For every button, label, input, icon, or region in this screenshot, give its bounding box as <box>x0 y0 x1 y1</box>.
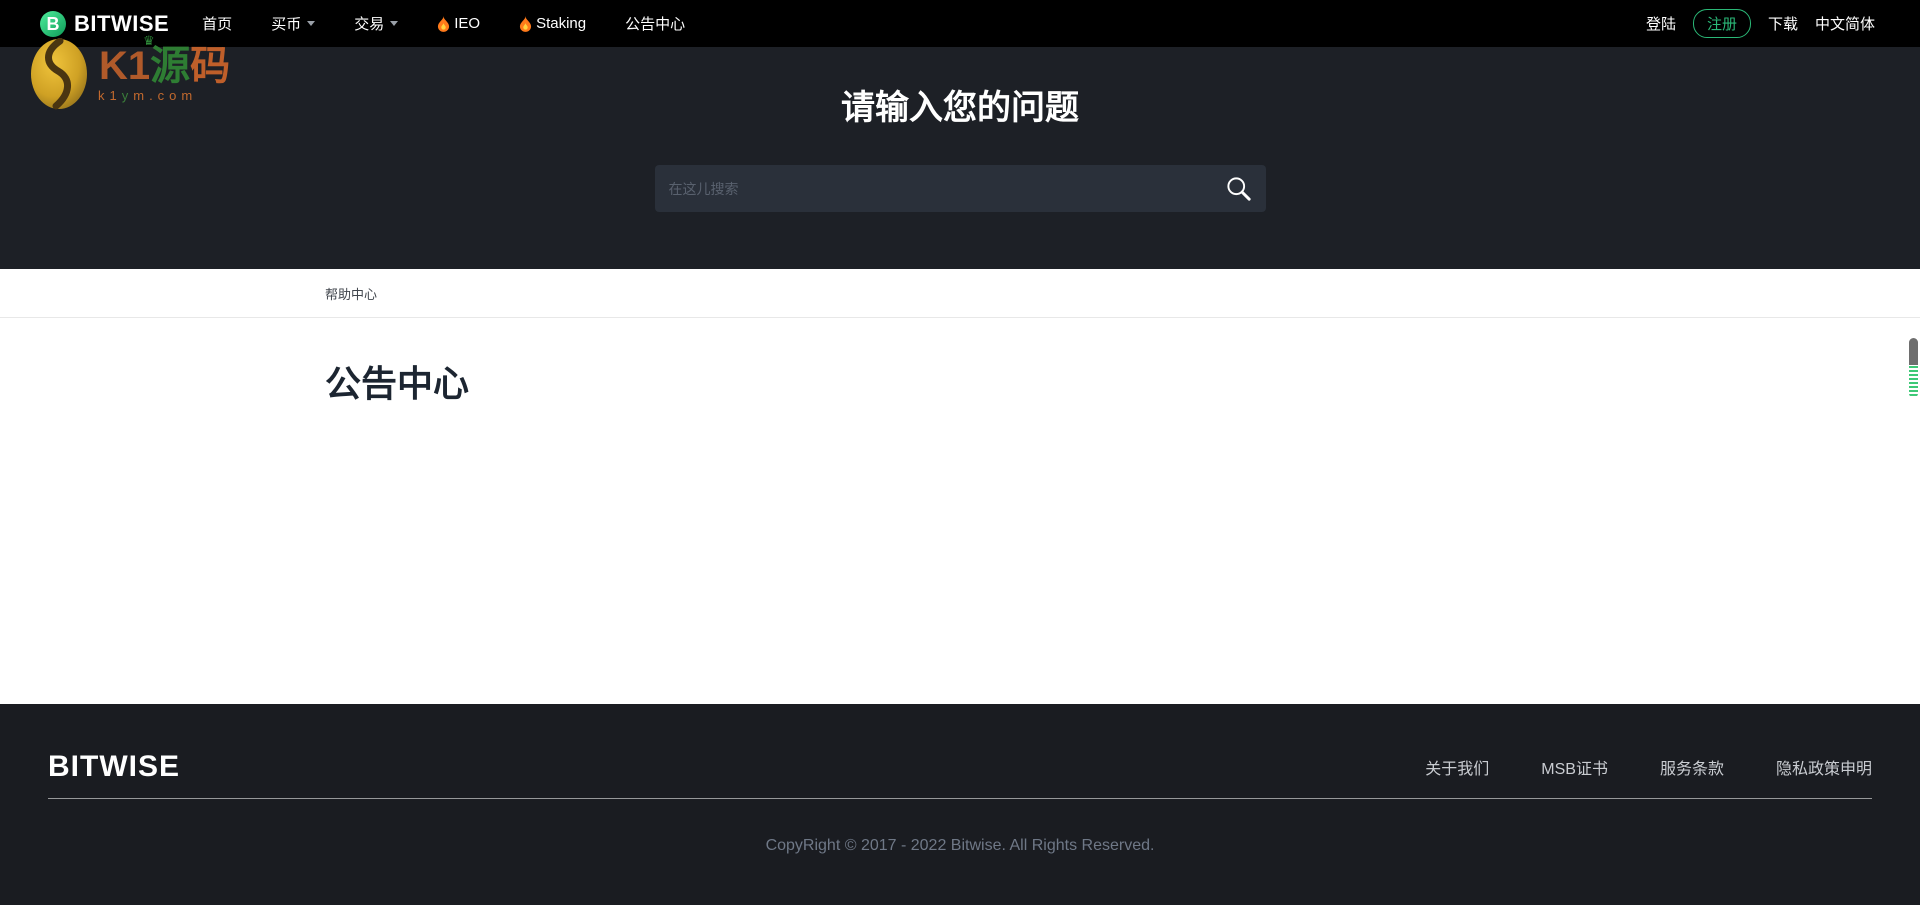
nav-item-trade[interactable]: 交易 <box>354 13 399 34</box>
nav-item-label: Staking <box>536 15 587 32</box>
nav-item-announcements[interactable]: 公告中心 <box>625 13 685 34</box>
chevron-down-icon <box>390 21 399 26</box>
nav-item-buy-coin[interactable]: 买币 <box>271 13 316 34</box>
copyright-text: CopyRight © 2017 - 2022 Bitwise. All Rig… <box>765 837 1155 854</box>
main-content: 公告中心 <box>0 318 1920 704</box>
nav-item-label: 交易 <box>354 16 385 33</box>
flame-icon <box>519 15 532 32</box>
login-link[interactable]: 登陆 <box>1646 13 1676 34</box>
nav-item-label: 买币 <box>271 16 302 33</box>
nav-item-staking[interactable]: Staking <box>519 15 586 32</box>
breadcrumb-item-help-center[interactable]: 帮助中心 <box>325 284 377 303</box>
footer-top-row: BITWISE 关于我们 MSB证书 服务条款 隐私政策申明 <box>48 704 1872 790</box>
footer-link-terms-of-service[interactable]: 服务条款 <box>1660 755 1724 779</box>
footer-links: 关于我们 MSB证书 服务条款 隐私政策申明 <box>1373 755 1872 779</box>
footer-divider <box>48 798 1872 799</box>
footer-link-privacy-policy[interactable]: 隐私政策申明 <box>1776 755 1872 779</box>
hero-title: 请输入您的问题 <box>841 89 1079 127</box>
scrollbar-thumb[interactable] <box>1909 338 1918 398</box>
top-navbar: B BITWISE 首页 买币 交易 IEO Staking 公告中心 登陆 注… <box>0 0 1920 47</box>
footer-link-about-us[interactable]: 关于我们 <box>1425 755 1489 779</box>
nav-item-label: IEO <box>454 15 481 32</box>
main-menu: 首页 买币 交易 IEO Staking 公告中心 <box>202 13 724 34</box>
language-selector[interactable]: 中文简体 <box>1815 13 1875 34</box>
chevron-down-icon <box>307 21 316 26</box>
flame-icon <box>438 15 450 32</box>
download-link[interactable]: 下载 <box>1768 13 1798 34</box>
bitwise-logo-icon: B <box>40 10 66 37</box>
nav-item-ieo[interactable]: IEO <box>437 15 480 32</box>
register-button[interactable]: 注册 <box>1692 9 1751 38</box>
footer-link-msb-certificate[interactable]: MSB证书 <box>1541 755 1608 779</box>
nav-item-label: 首页 <box>202 16 233 33</box>
brand-text: BITWISE <box>74 10 170 36</box>
nav-item-home[interactable]: 首页 <box>202 13 232 34</box>
hero-section: 请输入您的问题 <box>0 47 1920 269</box>
search-button[interactable] <box>1225 175 1252 202</box>
page-title: 公告中心 <box>325 363 470 404</box>
footer-brand: BITWISE <box>48 750 180 783</box>
search-icon <box>1226 177 1251 201</box>
brand-logo[interactable]: B BITWISE <box>40 10 170 37</box>
footer: BITWISE 关于我们 MSB证书 服务条款 隐私政策申明 CopyRight… <box>0 704 1920 905</box>
search-input[interactable] <box>654 165 1266 212</box>
nav-item-label: 公告中心 <box>625 16 686 33</box>
breadcrumb: 帮助中心 <box>0 269 1920 318</box>
search-bar <box>654 165 1266 212</box>
navbar-right-group: 登陆 注册 下载 中文简体 <box>1629 9 1875 38</box>
